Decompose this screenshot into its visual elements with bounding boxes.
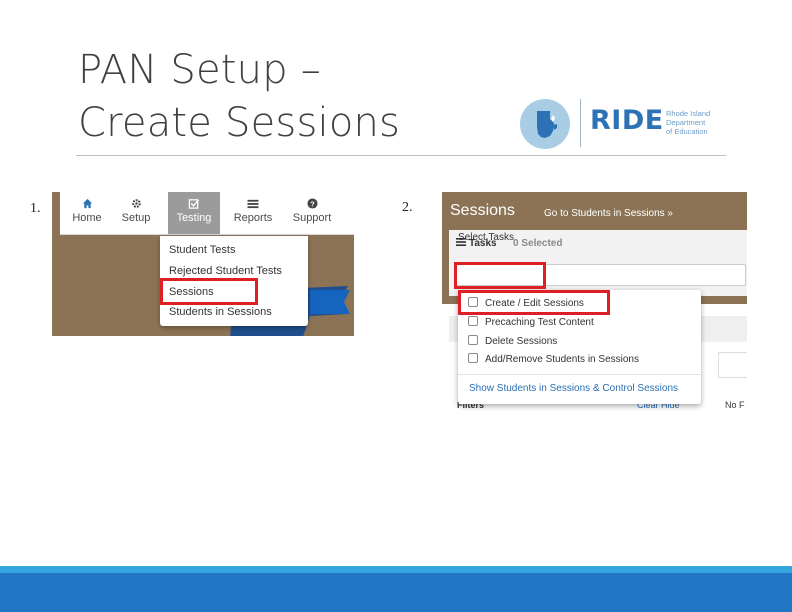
logo-subtitle: Rhode Island Department of Education (666, 109, 726, 136)
students-in-sessions-link[interactable]: Go to Students in Sessions » (544, 208, 673, 219)
question-icon: ? (286, 198, 338, 211)
tasks-selected-count: 0 Selected (513, 238, 563, 249)
task-label: Add/Remove Students in Sessions (485, 354, 639, 365)
gear-icon (116, 198, 156, 211)
logo-separator (580, 99, 581, 147)
nav-setup[interactable]: Setup (116, 192, 156, 234)
menu-item-student-tests[interactable]: Student Tests (169, 244, 235, 256)
highlight-sessions-box (160, 278, 258, 305)
nav-testing[interactable]: Testing (168, 192, 220, 234)
footer-band-accent (0, 566, 792, 573)
nav-label: Home (72, 212, 102, 224)
main-nav-bar: Home Setup Testing Reports ? Support (60, 192, 354, 235)
nav-label: Reports (233, 212, 273, 224)
nav-reports[interactable]: Reports (228, 192, 278, 234)
select-tasks-label: Select Tasks (458, 232, 514, 243)
footer-band (0, 573, 792, 612)
list-icon (228, 198, 278, 211)
logo-subtitle-line: of Education (666, 127, 708, 136)
logo-wordmark: RIDE (590, 105, 664, 136)
task-precaching-test-content[interactable]: Precaching Test Content (468, 316, 594, 328)
checkbox[interactable] (468, 316, 478, 326)
screenshot-select-tasks: Sessions Go to Students in Sessions » Ta… (442, 192, 747, 412)
nav-home[interactable]: Home (66, 192, 108, 234)
nav-label: Setup (121, 212, 151, 224)
checkbox-icon (168, 198, 220, 211)
highlight-select-tasks-box (454, 262, 546, 289)
slide-title-line-2: Create Sessions (78, 100, 401, 146)
slide-title-line-1: PAN Setup – (78, 47, 321, 93)
truncated-label: No F (725, 400, 745, 410)
nav-support[interactable]: ? Support (286, 192, 338, 234)
home-icon (66, 198, 108, 211)
sessions-page-title: Sessions (450, 202, 515, 219)
task-label: Delete Sessions (485, 336, 558, 347)
show-students-control-sessions-link[interactable]: Show Students in Sessions & Control Sess… (469, 383, 678, 394)
highlight-create-edit-box (458, 290, 610, 315)
nav-label: Testing (176, 212, 212, 224)
step-number-2: 2. (402, 200, 413, 215)
step-number-1: 1. (30, 201, 41, 216)
content-side-box (718, 352, 747, 378)
ride-logo: RIDE Rhode Island Department of Educatio… (520, 97, 725, 151)
task-add-remove-students[interactable]: Add/Remove Students in Sessions (468, 353, 639, 365)
logo-subtitle-line: Rhode Island (666, 109, 711, 118)
nav-label: Support (292, 212, 332, 224)
slide-title: PAN Setup – Create Sessions (78, 44, 400, 150)
rhode-island-map-icon (520, 99, 570, 149)
screenshot-testing-menu: Home Setup Testing Reports ? Support Stu… (52, 192, 354, 336)
checkbox[interactable] (468, 353, 478, 363)
title-divider (76, 155, 726, 156)
checkbox[interactable] (468, 335, 478, 345)
menu-divider (458, 374, 701, 375)
task-delete-sessions[interactable]: Delete Sessions (468, 335, 557, 347)
task-label: Precaching Test Content (485, 317, 594, 328)
svg-text:?: ? (310, 199, 315, 208)
menu-item-rejected-student-tests[interactable]: Rejected Student Tests (169, 265, 282, 277)
logo-subtitle-line: Department (666, 118, 706, 127)
menu-item-students-in-sessions[interactable]: Students in Sessions (169, 306, 272, 318)
